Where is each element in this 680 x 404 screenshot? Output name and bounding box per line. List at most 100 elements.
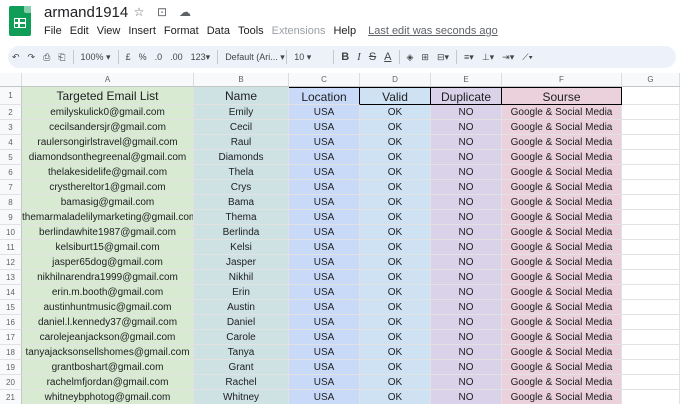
- cell-email[interactable]: crysthereltor1@gmail.com: [22, 180, 194, 195]
- cell-valid[interactable]: OK: [360, 345, 431, 360]
- cell-email[interactable]: emilyskulick0@gmail.com: [22, 105, 194, 120]
- decrease-decimal-button[interactable]: .0: [151, 52, 167, 62]
- cell-email[interactable]: cecilsandersjr@gmail.com: [22, 120, 194, 135]
- cell-valid[interactable]: OK: [360, 225, 431, 240]
- empty-cell[interactable]: [622, 315, 680, 330]
- cell-email[interactable]: austinhuntmusic@gmail.com: [22, 300, 194, 315]
- cell-duplicate[interactable]: NO: [431, 180, 502, 195]
- empty-cell[interactable]: [622, 180, 680, 195]
- row-number[interactable]: 6: [0, 165, 22, 180]
- cell-valid[interactable]: OK: [360, 150, 431, 165]
- cell-location[interactable]: USA: [289, 210, 360, 225]
- row-number[interactable]: 5: [0, 150, 22, 165]
- cell-valid[interactable]: OK: [360, 315, 431, 330]
- cell-name[interactable]: Rachel: [194, 375, 289, 390]
- empty-cell[interactable]: [622, 240, 680, 255]
- cell-name[interactable]: Thela: [194, 165, 289, 180]
- cell-name[interactable]: Jasper: [194, 255, 289, 270]
- paint-format-icon[interactable]: ⎗: [54, 52, 69, 63]
- column-header-f[interactable]: F: [502, 73, 622, 86]
- empty-cell[interactable]: [622, 270, 680, 285]
- empty-cell[interactable]: [622, 135, 680, 150]
- row-number[interactable]: 21: [0, 390, 22, 404]
- row-number[interactable]: 4: [0, 135, 22, 150]
- cell-valid[interactable]: OK: [360, 285, 431, 300]
- cell-duplicate[interactable]: NO: [431, 135, 502, 150]
- column-header-d[interactable]: D: [360, 73, 431, 86]
- cell-location[interactable]: USA: [289, 255, 360, 270]
- menu-extensions[interactable]: Extensions: [272, 25, 326, 37]
- borders-icon[interactable]: ⊞: [417, 52, 433, 63]
- row-number[interactable]: 9: [0, 210, 22, 225]
- cell-location[interactable]: USA: [289, 180, 360, 195]
- row-number[interactable]: 14: [0, 285, 22, 300]
- column-header-b[interactable]: B: [194, 73, 289, 86]
- empty-cell[interactable]: [622, 225, 680, 240]
- cell-location[interactable]: USA: [289, 300, 360, 315]
- cell-duplicate[interactable]: NO: [431, 390, 502, 404]
- cell-duplicate[interactable]: NO: [431, 225, 502, 240]
- last-edit-link[interactable]: Last edit was seconds ago: [368, 25, 498, 37]
- cell-duplicate[interactable]: NO: [431, 285, 502, 300]
- cell-name[interactable]: Thema: [194, 210, 289, 225]
- empty-cell[interactable]: [622, 330, 680, 345]
- cell-duplicate[interactable]: NO: [431, 240, 502, 255]
- header-cell-source[interactable]: Sourse: [502, 87, 622, 105]
- header-cell-valid[interactable]: Valid: [360, 87, 431, 105]
- cell-source[interactable]: Google & Social Media: [502, 285, 622, 300]
- empty-cell[interactable]: [622, 210, 680, 225]
- empty-cell[interactable]: [622, 300, 680, 315]
- bold-button[interactable]: B: [337, 51, 353, 63]
- cell-location[interactable]: USA: [289, 105, 360, 120]
- cell-valid[interactable]: OK: [360, 390, 431, 404]
- cell-email[interactable]: themarmaladelilymarketing@gmail.com: [22, 210, 194, 225]
- cell-name[interactable]: Diamonds: [194, 150, 289, 165]
- currency-button[interactable]: £: [122, 52, 135, 62]
- cell-duplicate[interactable]: NO: [431, 150, 502, 165]
- cell-name[interactable]: Austin: [194, 300, 289, 315]
- row-number[interactable]: 10: [0, 225, 22, 240]
- cell-location[interactable]: USA: [289, 315, 360, 330]
- strikethrough-button[interactable]: S: [365, 51, 380, 63]
- cell-name[interactable]: Bama: [194, 195, 289, 210]
- cell-email[interactable]: whitneybphotog@gmail.com: [22, 390, 194, 404]
- cell-location[interactable]: USA: [289, 135, 360, 150]
- increase-decimal-button[interactable]: .00: [166, 52, 187, 62]
- cell-source[interactable]: Google & Social Media: [502, 255, 622, 270]
- empty-cell[interactable]: [622, 120, 680, 135]
- header-cell-location[interactable]: Location: [289, 87, 360, 105]
- row-number[interactable]: 12: [0, 255, 22, 270]
- cell-email[interactable]: erin.m.booth@gmail.com: [22, 285, 194, 300]
- cell-duplicate[interactable]: NO: [431, 210, 502, 225]
- column-header-e[interactable]: E: [431, 73, 502, 86]
- cell-valid[interactable]: OK: [360, 375, 431, 390]
- cell-location[interactable]: USA: [289, 345, 360, 360]
- empty-cell[interactable]: [622, 87, 680, 105]
- horizontal-align-icon[interactable]: ≡▾: [460, 52, 478, 63]
- cell-name[interactable]: Erin: [194, 285, 289, 300]
- move-folder-icon[interactable]: ⊡: [155, 5, 169, 19]
- empty-cell[interactable]: [622, 375, 680, 390]
- cell-duplicate[interactable]: NO: [431, 195, 502, 210]
- row-number[interactable]: 8: [0, 195, 22, 210]
- star-icon[interactable]: ☆: [132, 5, 146, 19]
- cell-email[interactable]: nikhilnarendra1999@gmail.com: [22, 270, 194, 285]
- percent-button[interactable]: %: [135, 52, 151, 62]
- cell-valid[interactable]: OK: [360, 120, 431, 135]
- cell-source[interactable]: Google & Social Media: [502, 180, 622, 195]
- cell-email[interactable]: bamasig@gmail.com: [22, 195, 194, 210]
- row-number[interactable]: 18: [0, 345, 22, 360]
- column-header-g[interactable]: G: [622, 73, 680, 86]
- text-wrap-icon[interactable]: ⇥▾: [498, 52, 518, 63]
- cell-duplicate[interactable]: NO: [431, 345, 502, 360]
- cell-email[interactable]: berlindawhite1987@gmail.com: [22, 225, 194, 240]
- empty-cell[interactable]: [622, 150, 680, 165]
- zoom-select[interactable]: 100% ▾: [77, 52, 115, 63]
- cloud-status-icon[interactable]: ☁: [178, 5, 192, 19]
- row-number[interactable]: 7: [0, 180, 22, 195]
- cell-valid[interactable]: OK: [360, 105, 431, 120]
- cell-location[interactable]: USA: [289, 195, 360, 210]
- print-icon[interactable]: ⎙: [39, 52, 54, 63]
- menu-format[interactable]: Format: [164, 25, 199, 37]
- cell-email[interactable]: carolejeanjackson@gmail.com: [22, 330, 194, 345]
